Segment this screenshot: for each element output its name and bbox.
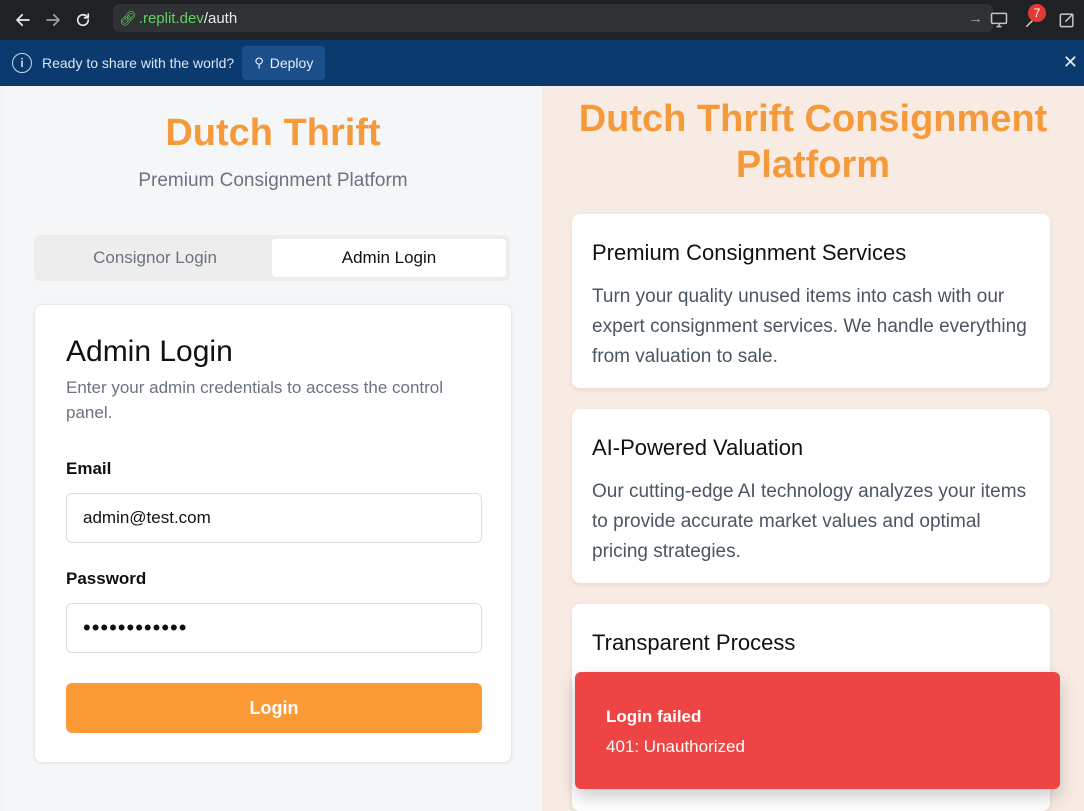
arrow-right-icon	[46, 13, 60, 27]
deploy-button[interactable]: ⚲ Deploy	[242, 46, 326, 80]
brand-title: Dutch Thrift	[165, 112, 381, 154]
arrow-left-icon	[16, 13, 30, 27]
forward-button[interactable]	[38, 5, 68, 35]
close-icon[interactable]: ✕	[1063, 52, 1078, 73]
hero-title: Dutch Thrift Consignment Platform	[578, 98, 1048, 186]
error-toast[interactable]: Login failed 401: Unauthorized	[575, 672, 1060, 789]
toast-title: Login failed	[606, 707, 702, 726]
feature-card: AI-Powered Valuation Our cutting-edge AI…	[572, 409, 1050, 583]
tab-consignor-login[interactable]: Consignor Login	[38, 239, 272, 277]
browser-toolbar: 🔗︎ .replit.dev /auth → 7	[0, 0, 1084, 40]
password-field[interactable]: ••••••••••••	[66, 603, 482, 653]
feature-title: Transparent Process	[592, 630, 796, 655]
brand-tagline: Premium Consignment Platform	[138, 170, 408, 191]
admin-login-card: Admin Login Enter your admin credentials…	[34, 304, 512, 763]
reload-icon	[76, 13, 90, 27]
extensions-icon[interactable]: 7	[1016, 3, 1050, 37]
deploy-label: Deploy	[269, 55, 314, 71]
url-path: /auth	[203, 9, 238, 27]
tab-admin-login[interactable]: Admin Login	[272, 239, 506, 277]
auth-panel: Dutch Thrift Premium Consignment Platfor…	[4, 86, 542, 811]
feature-title: AI-Powered Valuation	[592, 435, 804, 460]
feature-text: Our cutting-edge AI technology analyzes …	[592, 481, 1027, 562]
email-label: Email	[66, 459, 112, 478]
address-bar[interactable]: 🔗︎ .replit.dev /auth →	[113, 4, 993, 32]
info-icon: i	[12, 53, 32, 73]
toast-message: 401: Unauthorized	[606, 737, 745, 756]
login-tabs: Consignor Login Admin Login	[34, 235, 510, 281]
card-description: Enter your admin credentials to access t…	[66, 378, 444, 422]
banner-message: Ready to share with the world?	[42, 55, 235, 71]
link-icon: 🔗︎	[119, 9, 137, 26]
go-arrow-icon[interactable]: →	[968, 10, 983, 27]
deploy-banner: i Ready to share with the world? ⚲ Deplo…	[0, 40, 1084, 86]
feature-text: Turn your quality unused items into cash…	[592, 286, 1027, 367]
url-domain: .replit.dev	[138, 9, 204, 27]
password-label: Password	[66, 569, 147, 588]
deploy-icon: ⚲	[254, 55, 264, 70]
card-title: Admin Login	[66, 335, 233, 368]
reload-button[interactable]	[68, 5, 98, 35]
edit-icon[interactable]	[1050, 3, 1084, 37]
login-button[interactable]: Login	[66, 683, 482, 733]
feature-title: Premium Consignment Services	[592, 240, 907, 265]
extension-badge: 7	[1028, 4, 1046, 22]
back-button[interactable]	[8, 5, 38, 35]
monitor-icon[interactable]	[982, 3, 1016, 37]
email-field[interactable]: admin@test.com	[66, 493, 482, 543]
feature-card: Premium Consignment Services Turn your q…	[572, 214, 1050, 388]
